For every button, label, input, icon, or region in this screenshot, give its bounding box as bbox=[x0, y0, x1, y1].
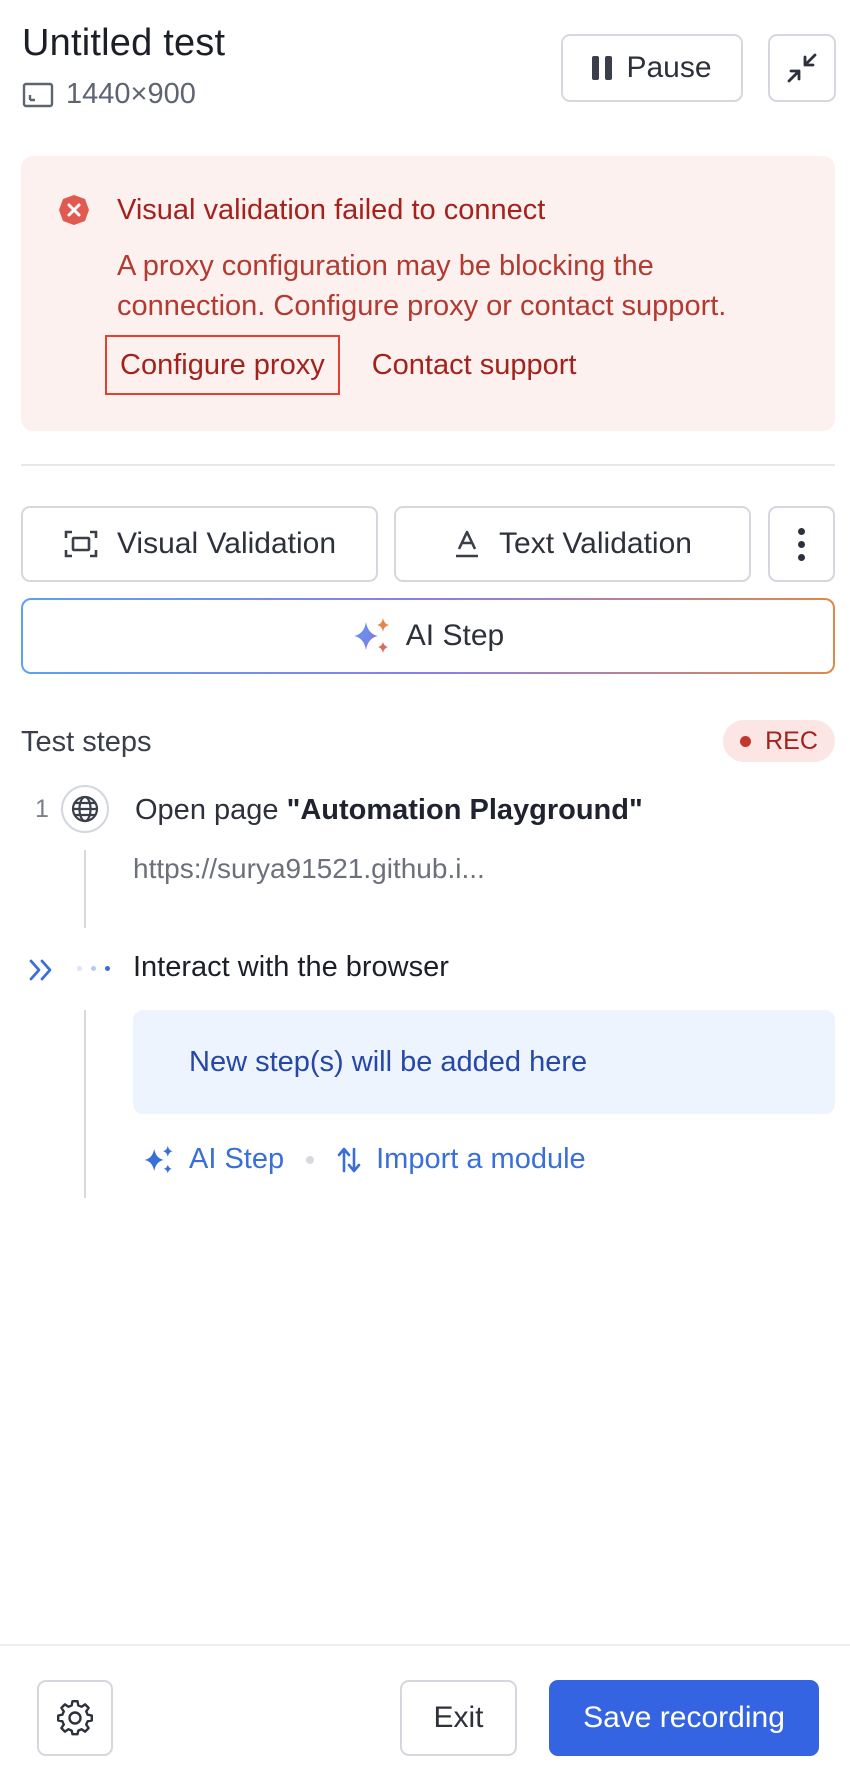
pause-label: Pause bbox=[626, 51, 712, 84]
contact-support-link[interactable]: Contact support bbox=[372, 349, 577, 382]
quick-ai-step-link[interactable]: AI Step bbox=[143, 1143, 284, 1176]
record-dot-icon bbox=[740, 735, 752, 747]
exit-button[interactable]: Exit bbox=[400, 1680, 517, 1756]
step-action: Open page bbox=[135, 794, 287, 826]
import-module-link[interactable]: Import a module bbox=[336, 1143, 586, 1176]
timeline-line bbox=[84, 1010, 86, 1198]
text-validation-icon bbox=[456, 530, 479, 558]
more-vertical-icon bbox=[798, 527, 805, 561]
settings-button[interactable] bbox=[37, 1680, 113, 1756]
collapse-button[interactable] bbox=[768, 34, 836, 102]
resolution-info: 1440×900 bbox=[22, 78, 196, 111]
visual-validation-icon bbox=[64, 530, 98, 558]
quick-actions: AI Step Import a module bbox=[143, 1143, 586, 1176]
configure-proxy-link[interactable]: Configure proxy bbox=[105, 335, 340, 395]
rec-badge: REC bbox=[723, 720, 835, 762]
import-module-label: Import a module bbox=[376, 1143, 586, 1175]
test-title[interactable]: Untitled test bbox=[22, 22, 225, 65]
error-icon bbox=[59, 195, 89, 225]
text-validation-button[interactable]: Text Validation bbox=[394, 506, 751, 582]
text-validation-label: Text Validation bbox=[499, 527, 692, 560]
rec-label: REC bbox=[765, 726, 818, 755]
gear-icon bbox=[57, 1700, 93, 1736]
more-options-button[interactable] bbox=[768, 506, 835, 582]
validation-toolbar: Visual Validation Text Validation bbox=[21, 506, 835, 582]
screen-size-icon bbox=[22, 82, 54, 107]
placeholder-text: New step(s) will be added here bbox=[189, 1045, 588, 1078]
test-steps-title: Test steps bbox=[21, 726, 152, 758]
footer: Exit Save recording bbox=[0, 1644, 850, 1773]
step-title[interactable]: Open page "Automation Playground" bbox=[135, 794, 643, 827]
resolution-label: 1440×900 bbox=[66, 78, 196, 110]
test-steps-header: Test steps REC bbox=[21, 720, 835, 764]
ai-step-label: AI Step bbox=[405, 619, 505, 652]
import-arrows-icon bbox=[337, 1147, 361, 1172]
chevrons-right-icon bbox=[27, 955, 57, 990]
current-step-title: Interact with the browser bbox=[133, 951, 449, 983]
loading-dots-icon bbox=[77, 966, 110, 971]
pause-button[interactable]: Pause bbox=[561, 34, 743, 102]
visual-validation-label: Visual Validation bbox=[116, 527, 337, 560]
header: Untitled test 1440×900 Pause bbox=[22, 22, 836, 112]
save-recording-button[interactable]: Save recording bbox=[549, 1680, 819, 1756]
pause-icon bbox=[592, 56, 613, 80]
sparkles-icon bbox=[144, 1145, 173, 1174]
ai-step-button[interactable]: AI Step bbox=[21, 598, 835, 674]
alert-title: Visual validation failed to connect bbox=[117, 194, 546, 226]
minimize-arrows-icon bbox=[787, 53, 817, 83]
quick-ai-step-label: AI Step bbox=[189, 1143, 285, 1175]
alert-message: A proxy configuration may be blocking th… bbox=[117, 250, 727, 322]
sparkles-icon bbox=[353, 618, 389, 653]
alert-actions: Configure proxy Contact support bbox=[105, 335, 576, 395]
step-page-name: "Automation Playground" bbox=[286, 794, 643, 826]
separator-dot bbox=[306, 1155, 315, 1164]
error-alert: Visual validation failed to connect A pr… bbox=[21, 156, 835, 431]
timeline-line bbox=[84, 850, 86, 928]
divider bbox=[21, 464, 835, 466]
step-url: https://surya91521.github.i... bbox=[133, 853, 485, 884]
globe-icon bbox=[61, 785, 109, 833]
new-steps-placeholder: New step(s) will be added here bbox=[133, 1010, 835, 1114]
step-number: 1 bbox=[35, 795, 49, 823]
visual-validation-button[interactable]: Visual Validation bbox=[21, 506, 378, 582]
